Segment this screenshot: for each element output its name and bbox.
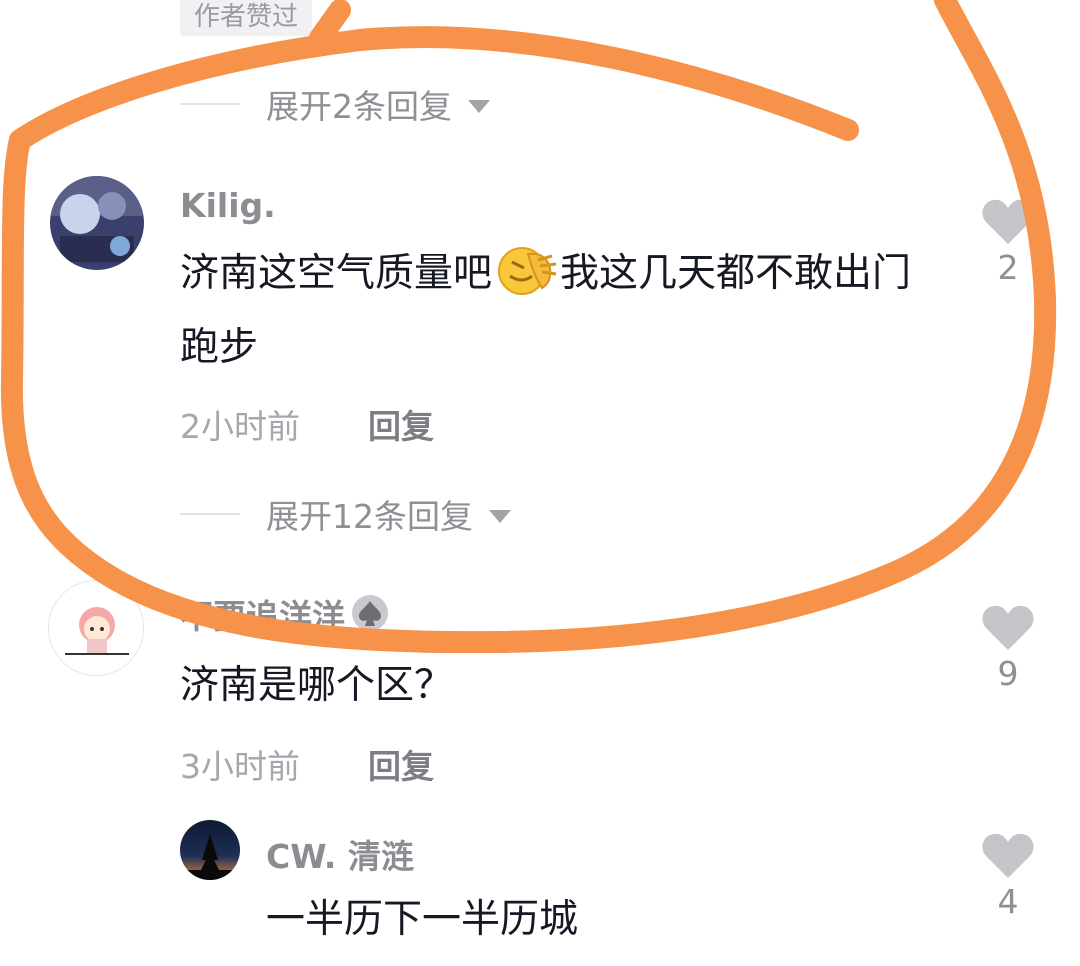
reply-button[interactable]: 回复 xyxy=(368,400,434,448)
like-count: 4 xyxy=(997,882,1019,921)
like-button[interactable]: 2 xyxy=(978,198,1038,287)
reply-text: 一半历下一半历城 xyxy=(266,897,579,942)
expand-replies-label: 展开2条回复 xyxy=(266,87,452,126)
like-button[interactable]: 9 xyxy=(978,604,1038,693)
comment-username[interactable]: Kilig. xyxy=(180,186,276,225)
divider-line xyxy=(180,103,240,105)
chevron-down-icon xyxy=(468,99,490,113)
like-count: 2 xyxy=(997,248,1019,287)
divider-line xyxy=(180,513,240,515)
like-button[interactable]: 4 xyxy=(978,832,1038,921)
comment-text: 济南这空气质量吧 我这几天都不敢出门跑步 xyxy=(180,242,940,380)
annotation-circle xyxy=(0,0,1057,654)
avatar[interactable] xyxy=(50,176,144,270)
expand-replies-label: 展开12条回复 xyxy=(266,497,473,536)
avatar[interactable] xyxy=(48,580,144,676)
reply-button[interactable]: 回复 xyxy=(368,740,434,788)
heart-icon xyxy=(982,199,1034,244)
like-count: 9 xyxy=(997,654,1019,693)
expand-replies-button[interactable]: 展开12条回复 xyxy=(180,490,511,538)
facepalm-emoji xyxy=(494,246,558,316)
comment-time: 3小时前 xyxy=(180,747,300,786)
comment-username[interactable]: 不要追洋洋 xyxy=(180,590,391,640)
spade-icon xyxy=(349,594,391,640)
reply-username[interactable]: CW. 清涟 xyxy=(266,830,414,878)
heart-icon xyxy=(982,833,1034,878)
chevron-down-icon xyxy=(489,509,511,523)
avatar[interactable] xyxy=(180,820,240,880)
author-liked-badge: 作者赞过 xyxy=(180,0,313,36)
heart-icon xyxy=(982,605,1034,650)
comment-time: 2小时前 xyxy=(180,407,300,446)
expand-replies-button[interactable]: 展开2条回复 xyxy=(180,80,490,128)
comment-text: 济南是哪个区？ xyxy=(180,663,454,708)
